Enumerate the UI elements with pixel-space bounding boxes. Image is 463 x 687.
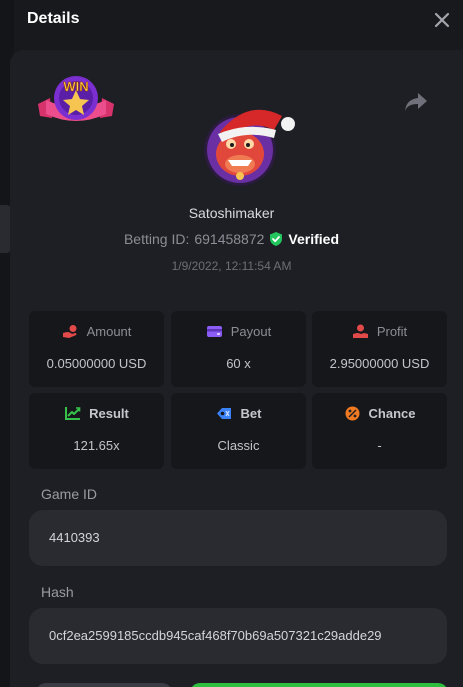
stat-label-profit: Profit [376, 324, 408, 339]
stat-head-payout: Payout [171, 324, 306, 339]
stat-head-result: Result [29, 406, 164, 421]
close-icon[interactable] [433, 11, 451, 29]
stat-head-profit: Profit [312, 324, 447, 339]
stat-card-amount: Amount 0.05000000 USD [29, 311, 164, 387]
stat-value-bet: Classic [217, 438, 260, 453]
verified-label: Verified [288, 231, 340, 247]
avatar [204, 109, 295, 186]
game-id-label: Game ID [41, 486, 98, 502]
stat-card-bet: Bet Classic [171, 393, 306, 469]
hand-money-icon [352, 324, 368, 338]
stat-card-payout: Payout 60 x [171, 311, 306, 387]
betting-id-line: Betting ID: 691458872 Verified [0, 231, 463, 247]
stat-value-profit: 2.95000000 USD [329, 356, 430, 371]
shield-check-icon [270, 232, 283, 246]
stat-label-chance: Chance [368, 406, 416, 421]
chart-up-icon [65, 407, 81, 420]
betting-id-value: 691458872 [194, 231, 265, 247]
wallet-icon [206, 326, 222, 337]
primary-button[interactable] [190, 683, 448, 687]
share-icon[interactable] [403, 90, 429, 114]
hash-label: Hash [41, 584, 74, 600]
stat-label-payout: Payout [230, 324, 272, 339]
stat-value-result: 121.65x [73, 438, 120, 453]
stat-head-amount: Amount [29, 324, 164, 339]
secondary-button[interactable] [36, 683, 172, 687]
game-id-field[interactable]: 4410393 [29, 510, 447, 566]
stat-card-profit: Profit 2.95000000 USD [312, 311, 447, 387]
stat-label-bet: Bet [240, 406, 262, 421]
username: Satoshimaker [188, 205, 275, 221]
stat-card-chance: Chance - [312, 393, 447, 469]
stat-card-result: Result 121.65x [29, 393, 164, 469]
bet-timestamp: 1/9/2022, 12:11:54 AM [171, 259, 292, 273]
stat-label-amount: Amount [86, 324, 132, 339]
modal-header: Details [0, 0, 463, 40]
stat-value-payout: 60 x [226, 356, 251, 371]
stat-head-chance: Chance [312, 406, 447, 421]
stat-label-result: Result [89, 406, 129, 421]
modal-title: Details [27, 10, 80, 27]
hand-coin-icon [62, 325, 77, 338]
stat-value-chance: - [377, 438, 382, 453]
badge-text: WIN [63, 79, 88, 94]
betting-id-label: Betting ID: [123, 231, 190, 247]
win-badge: WIN [38, 76, 114, 121]
stat-head-bet: Bet [171, 406, 306, 421]
hash-field[interactable]: 0cf2ea2599185ccdb945caf468f70b69a507321c… [29, 608, 447, 664]
tag-icon [216, 408, 231, 419]
percent-icon [345, 406, 360, 421]
stat-value-amount: 0.05000000 USD [46, 356, 147, 371]
